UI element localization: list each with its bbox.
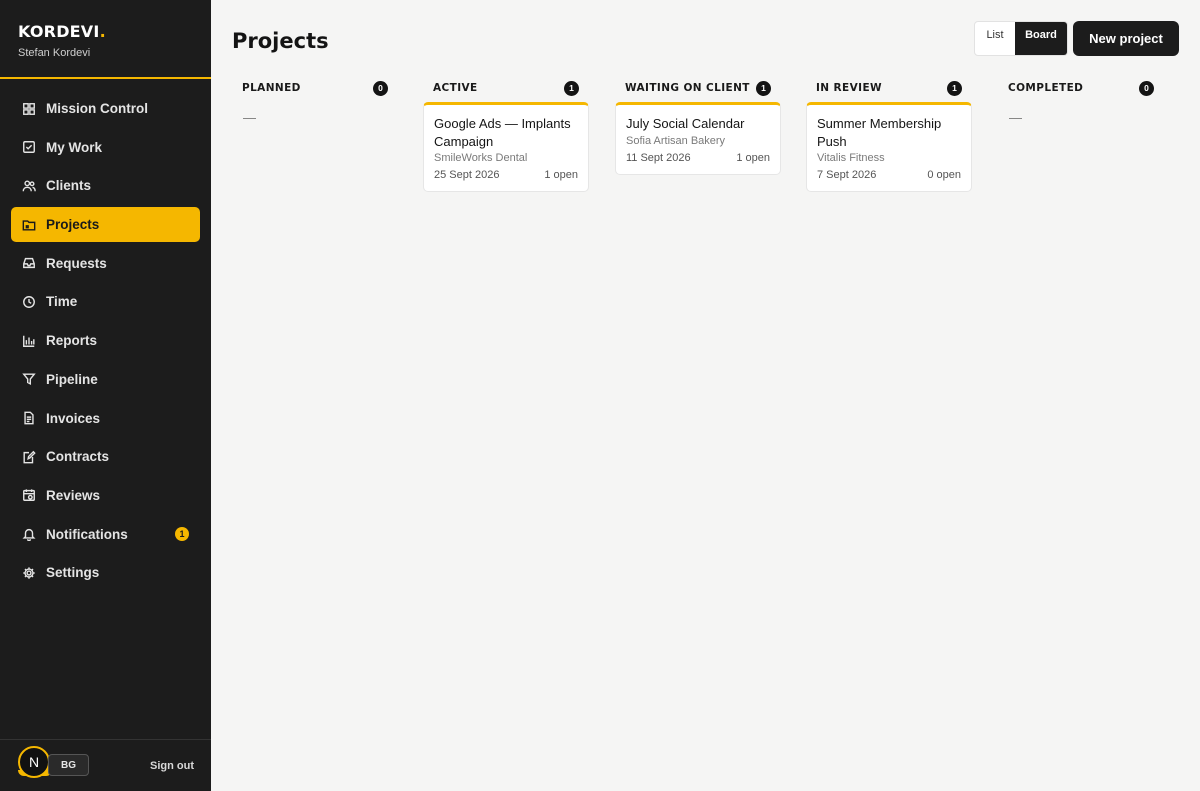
column-title: ACTIVE: [433, 82, 478, 94]
language-switch-button[interactable]: BG: [48, 754, 89, 776]
board-column-waiting-on-client: WAITING ON CLIENT 1 July Social Calendar…: [615, 80, 781, 175]
sidebar-item-reviews[interactable]: Reviews: [11, 478, 200, 513]
sidebar-item-label: Mission Control: [46, 101, 148, 116]
logo-dot: .: [99, 22, 106, 41]
calendar-icon: [21, 488, 36, 503]
project-card[interactable]: Google Ads — Implants Campaign SmileWork…: [423, 102, 589, 192]
logo-text: KORDEVI: [18, 22, 100, 41]
sidebar-item-notifications[interactable]: Notifications 1: [11, 517, 200, 552]
project-card-date: 25 Sept 2026: [434, 169, 500, 181]
column-count-badge: 0: [373, 80, 388, 96]
view-toggle: List Board: [974, 21, 1068, 56]
sidebar-item-clients[interactable]: Clients: [11, 168, 200, 203]
project-card-meta: 7 Sept 2026 0 open: [817, 169, 961, 181]
sidebar-item-my-work[interactable]: My Work: [11, 130, 200, 165]
avatar[interactable]: N: [18, 746, 50, 778]
sidebar-item-label: Clients: [46, 178, 92, 194]
sidebar-item-settings[interactable]: Settings: [11, 555, 200, 590]
sidebar-item-label: Reviews: [46, 487, 101, 503]
page-title: Projects: [232, 29, 329, 53]
sidebar-item-label: Reports: [46, 333, 98, 349]
column-count-badge: 0: [1139, 80, 1154, 96]
sign-out-link[interactable]: Sign out: [150, 760, 194, 772]
user-name: Stefan Kordevi: [18, 47, 91, 59]
sidebar-item-pipeline[interactable]: Pipeline: [11, 362, 200, 397]
project-card[interactable]: Summer Membership Push Vitalis Fitness 7…: [806, 102, 972, 192]
gear-icon: [21, 565, 36, 580]
empty-column-placeholder: —: [1009, 110, 1022, 125]
project-card-client: Vitalis Fitness: [817, 152, 885, 164]
sidebar-item-label: Contracts: [46, 449, 110, 465]
board-column-planned: PLANNED 0 —: [232, 80, 398, 125]
project-card-client: Sofia Artisan Bakery: [626, 134, 726, 147]
view-board-button[interactable]: Board: [1015, 22, 1067, 55]
sidebar-item-invoices[interactable]: Invoices: [11, 401, 200, 436]
sidebar-item-projects[interactable]: Projects: [11, 207, 200, 243]
sidebar-footer: N BG Sign out: [0, 739, 211, 791]
sidebar-nav: Mission Control My Work Clients Projects…: [0, 91, 211, 594]
project-card-title: Google Ads — Implants Campaign: [434, 116, 571, 149]
column-count-badge: 1: [947, 80, 962, 96]
sidebar-item-label: Projects: [46, 217, 100, 233]
sidebar-item-label: Pipeline: [46, 371, 98, 387]
column-title: COMPLETED: [1008, 82, 1084, 94]
users-icon: [21, 178, 36, 193]
column-header: COMPLETED 0: [998, 80, 1164, 96]
view-list-button[interactable]: List: [975, 22, 1015, 55]
notification-badge: 1: [175, 526, 189, 541]
check-square-icon: [21, 140, 36, 155]
project-card-open-count: 0 open: [927, 169, 961, 181]
clock-icon: [21, 294, 36, 309]
project-card-open-count: 1 open: [544, 169, 578, 181]
sidebar-item-label: Time: [46, 294, 78, 310]
funnel-icon: [21, 372, 36, 387]
board-column-in-review: IN REVIEW 1 Summer Membership Push Vital…: [806, 80, 972, 192]
board-column-completed: COMPLETED 0 —: [998, 80, 1164, 125]
column-header: IN REVIEW 1: [806, 80, 972, 96]
column-title: IN REVIEW: [816, 82, 882, 94]
inbox-icon: [21, 256, 36, 271]
sidebar-item-contracts[interactable]: Contracts: [11, 439, 200, 474]
empty-column-placeholder: —: [243, 110, 256, 125]
column-header: ACTIVE 1: [423, 80, 589, 96]
column-title: WAITING ON CLIENT: [625, 82, 750, 94]
project-card-title: July Social Calendar: [626, 116, 745, 131]
new-project-button[interactable]: New project: [1073, 21, 1179, 56]
sidebar-item-time[interactable]: Time: [11, 284, 200, 319]
column-count-badge: 1: [756, 80, 771, 96]
sidebar-item-label: Settings: [46, 565, 100, 581]
sidebar-item-label: My Work: [46, 139, 103, 155]
project-card-title: Summer Membership Push: [817, 116, 942, 149]
bell-icon: [21, 527, 36, 542]
edit-document-icon: [21, 449, 36, 464]
brand-header: KORDEVI. Stefan Kordevi: [0, 0, 211, 79]
folder-icon: [21, 217, 36, 232]
document-icon: [21, 411, 36, 426]
project-card-date: 11 Sept 2026: [626, 151, 691, 164]
sidebar-item-label: Invoices: [46, 410, 101, 426]
column-title: PLANNED: [242, 82, 301, 94]
project-card-date: 7 Sept 2026: [817, 169, 877, 181]
column-count-badge: 1: [564, 80, 579, 96]
project-card-meta: 25 Sept 2026 1 open: [434, 169, 578, 181]
dashboard-icon: [21, 101, 36, 116]
bar-chart-icon: [21, 333, 36, 348]
project-card-open-count: 1 open: [736, 151, 770, 164]
project-card-meta: 11 Sept 2026 1 open: [626, 152, 770, 164]
board-column-active: ACTIVE 1 Google Ads — Implants Campaign …: [423, 80, 589, 192]
project-card[interactable]: July Social Calendar Sofia Artisan Baker…: [615, 102, 781, 175]
project-card-client: SmileWorks Dental: [434, 152, 528, 164]
sidebar: KORDEVI. Stefan Kordevi Mission Control …: [0, 0, 211, 791]
sidebar-item-mission-control[interactable]: Mission Control: [11, 91, 200, 126]
sidebar-item-label: Requests: [46, 255, 107, 271]
logo[interactable]: KORDEVI.: [18, 22, 193, 41]
column-header: PLANNED 0: [232, 80, 398, 96]
sidebar-item-reports[interactable]: Reports: [11, 323, 200, 358]
sidebar-item-requests[interactable]: Requests: [11, 246, 200, 281]
column-header: WAITING ON CLIENT 1: [615, 80, 781, 96]
sidebar-item-label: Notifications: [46, 526, 128, 542]
